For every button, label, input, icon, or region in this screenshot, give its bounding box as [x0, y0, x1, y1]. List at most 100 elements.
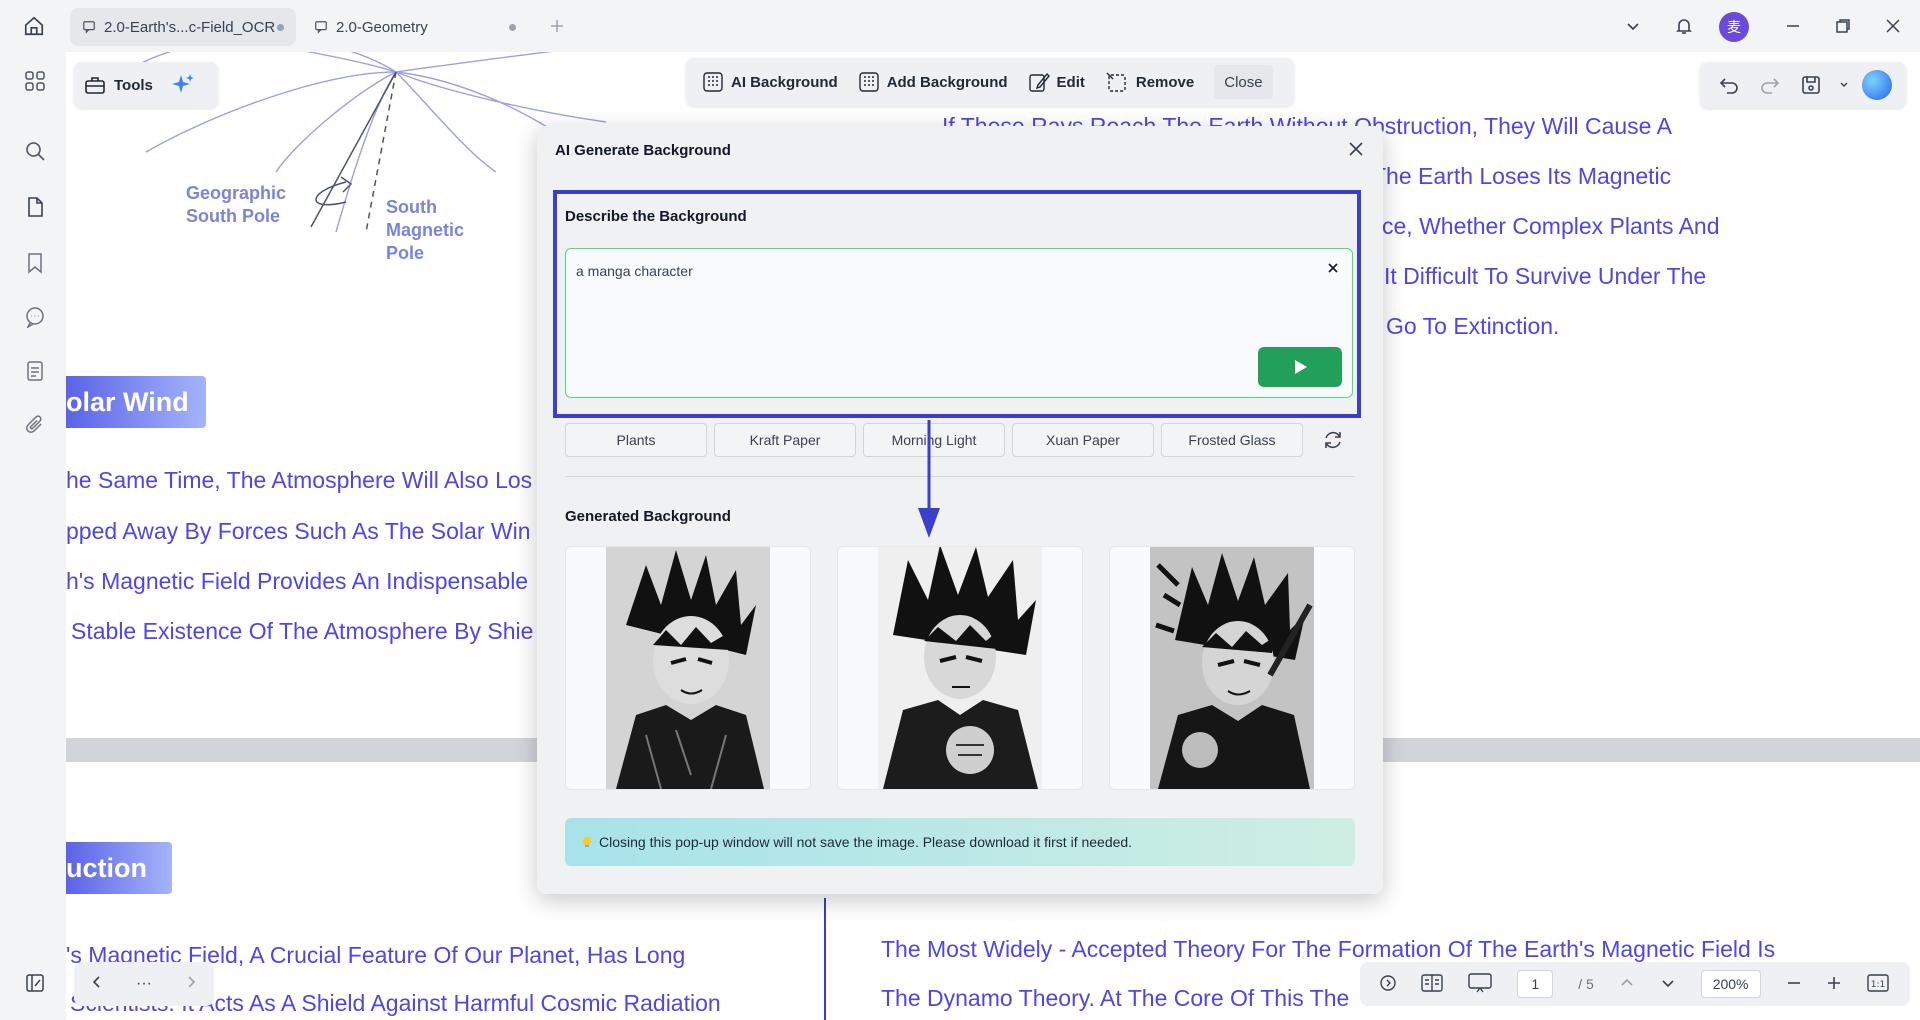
undo-icon[interactable] [1714, 70, 1744, 100]
clear-prompt-icon[interactable] [1324, 259, 1342, 277]
tab-label: 2.0-Geometry [336, 18, 428, 36]
tab-label: 2.0-Earth's...c-Field_OCR [104, 18, 276, 36]
bookmark-icon[interactable] [22, 250, 48, 276]
chevron-down-icon[interactable] [1620, 13, 1646, 39]
doc-text-line: Go To Extinction. [1386, 313, 1560, 339]
remove-icon [1106, 72, 1126, 92]
unsaved-dot [509, 23, 516, 31]
current-page-input[interactable]: 1 [1517, 970, 1554, 998]
preset-styles: Plants Kraft Paper Morning Light Xuan Pa… [565, 422, 1348, 458]
view-controls-bar: 1 / 5 200% 1:1 [1360, 962, 1910, 1006]
generate-send-button[interactable] [1258, 347, 1342, 387]
preset-plants[interactable]: Plants [565, 423, 707, 457]
zoom-in-icon[interactable] [1826, 975, 1842, 994]
actual-size-icon[interactable]: 1:1 [1867, 973, 1890, 995]
edit-label: Edit [1056, 73, 1085, 91]
more-options-button[interactable]: ··· [136, 975, 152, 993]
dialog-title: AI Generate Background [555, 142, 731, 159]
comment-list-icon[interactable] [22, 304, 48, 330]
remove-background-button[interactable]: Remove [1097, 64, 1202, 100]
zoom-level-input[interactable]: 200% [1700, 970, 1761, 998]
annotation-arrow [918, 420, 940, 538]
tab-geometry[interactable]: 2.0-Geometry [302, 8, 528, 46]
edit-icon [1028, 72, 1050, 92]
geographic-south-pole-label: Geographic South Pole [186, 183, 287, 226]
doc-text-line: Stable Existence Of The Atmosphere By Sh… [71, 618, 534, 644]
column-rule [824, 898, 826, 1020]
doc-text-line: pped Away By Forces Such As The Solar Wi… [66, 518, 531, 544]
prompt-input[interactable]: a manga character [565, 248, 1353, 398]
notice-text: Closing this pop-up window will not save… [599, 834, 1133, 850]
previous-icon[interactable] [90, 975, 104, 994]
preset-xuan-paper[interactable]: Xuan Paper [1012, 423, 1154, 457]
tools-button[interactable]: Tools [74, 66, 163, 104]
ai-sparkle-icon[interactable] [163, 66, 203, 104]
sidebar-toggle-icon[interactable] [22, 970, 48, 996]
ai-generate-background-dialog: AI Generate Background Describe the Back… [537, 126, 1383, 894]
doc-text-line: he Same Time, The Atmosphere Will Also L… [66, 467, 533, 493]
edit-history-toolbar [1700, 62, 1906, 108]
edit-background-button[interactable]: Edit [1020, 64, 1093, 100]
generated-background-label: Generated Background [565, 508, 731, 525]
send-icon [1295, 360, 1307, 374]
unsaved-dot [277, 23, 284, 31]
form-icon[interactable] [22, 358, 48, 384]
doc-text-line: ce, Whether Complex Plants And [1382, 213, 1720, 239]
describe-label: Describe the Background [565, 208, 747, 225]
page-nav-left: ··· [74, 962, 214, 1006]
total-pages-label: / 5 [1578, 976, 1594, 992]
page-layout-icon[interactable] [1421, 973, 1444, 995]
ai-background-button[interactable]: AI Background [694, 64, 846, 100]
heading-solar-wind: olar Wind [66, 376, 206, 428]
previous-page-icon[interactable] [1619, 975, 1635, 994]
describe-section: Describe the Background a manga characte… [553, 190, 1361, 418]
south-magnetic-pole-label: South Magnetic Pole [386, 197, 465, 263]
generated-image-card[interactable] [1109, 546, 1355, 790]
prompt-text: a manga character [576, 263, 693, 279]
ai-assistant-icon[interactable] [1862, 70, 1893, 100]
preset-frosted-glass[interactable]: Frosted Glass [1161, 423, 1303, 457]
refresh-presets-icon[interactable] [1318, 425, 1348, 455]
restore-icon[interactable] [1830, 13, 1856, 39]
background-toolbar: AI Background Add Background Edit Remove… [686, 58, 1294, 106]
next-page-icon[interactable] [1660, 975, 1676, 994]
add-background-label: Add Background [886, 73, 1008, 91]
save-warning-notice: Closing this pop-up window will not save… [565, 818, 1355, 866]
add-background-button[interactable]: Add Background [850, 64, 1016, 100]
generated-image-card[interactable] [565, 546, 811, 790]
doc-text-line: h's Magnetic Field Provides An Indispens… [66, 568, 529, 594]
redo-icon[interactable] [1755, 70, 1785, 100]
expand-chevron-icon[interactable] [1380, 974, 1397, 994]
manga-character-image [606, 547, 770, 789]
ai-background-label: AI Background [731, 73, 838, 91]
avatar[interactable]: 麦 [1719, 12, 1749, 42]
zoom-out-icon[interactable] [1786, 975, 1802, 994]
close-icon[interactable] [1343, 136, 1369, 162]
comment-icon [315, 21, 327, 34]
heading-introduction: uction [66, 842, 172, 894]
search-icon[interactable] [22, 138, 48, 164]
bell-icon[interactable] [1671, 13, 1697, 39]
add-tab-icon[interactable] [545, 14, 569, 38]
save-options-chevron-icon[interactable] [1837, 70, 1851, 100]
doc-text-line: The Dynamo Theory. At The Core Of This T… [881, 985, 1350, 1011]
doc-text-line: The Most Widely - Accepted Theory For Th… [881, 936, 1776, 962]
tools-toolbar: Tools [74, 62, 218, 108]
close-background-toolbar-button[interactable]: Close [1214, 65, 1273, 99]
apps-grid-icon[interactable] [22, 68, 48, 94]
tab-earths-magnetic-field[interactable]: 2.0-Earth's...c-Field_OCR [70, 8, 296, 46]
home-icon[interactable] [20, 12, 48, 40]
page-thumbnail-icon[interactable] [22, 194, 48, 220]
next-icon[interactable] [184, 975, 198, 994]
attachment-icon[interactable] [22, 412, 48, 438]
close-window-icon[interactable] [1880, 13, 1906, 39]
generated-results [565, 546, 1355, 790]
generated-image-card[interactable] [837, 546, 1083, 790]
manga-character-image [878, 547, 1042, 789]
minimize-icon[interactable] [1780, 13, 1806, 39]
presentation-icon[interactable] [1468, 972, 1493, 996]
lightbulb-icon [583, 837, 591, 847]
save-icon[interactable] [1796, 70, 1826, 100]
preset-kraft-paper[interactable]: Kraft Paper [714, 423, 856, 457]
svg-text:1:1: 1:1 [1871, 980, 1885, 990]
